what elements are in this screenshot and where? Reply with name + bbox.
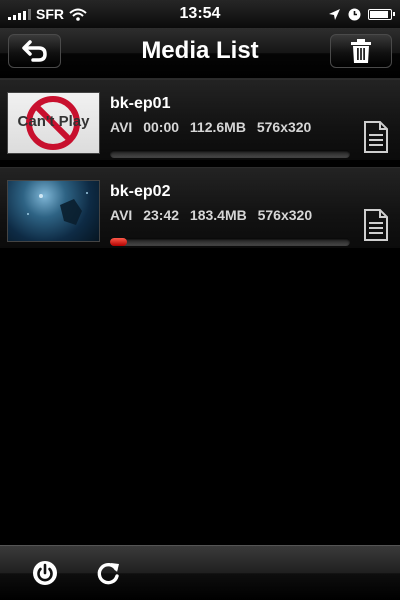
wifi-icon	[69, 8, 87, 21]
media-format: AVI	[110, 119, 133, 135]
media-title: bk-ep02	[110, 183, 171, 200]
signal-icon	[8, 8, 31, 20]
back-button[interactable]	[8, 34, 61, 68]
status-right	[252, 8, 395, 21]
thumbnail-video	[7, 180, 100, 242]
refresh-button[interactable]	[94, 558, 124, 588]
refresh-icon	[97, 562, 119, 585]
media-size: 183.4MB	[189, 207, 247, 223]
media-duration: 23:42	[143, 207, 180, 223]
status-time: 13:54	[179, 5, 221, 22]
carrier-label: SFR	[36, 6, 64, 22]
media-size: 112.6MB	[189, 119, 246, 135]
back-arrow-icon	[21, 40, 47, 62]
playback-progress	[110, 150, 350, 158]
status-bar: SFR 13:54	[0, 0, 400, 28]
thumbnail-cant-play: Can't Play	[7, 92, 100, 154]
document-icon[interactable]	[363, 121, 389, 153]
playback-progress	[110, 238, 350, 246]
power-icon	[33, 561, 57, 585]
power-button[interactable]	[30, 558, 60, 588]
navigation-bar: Media List	[0, 28, 400, 79]
location-icon	[329, 8, 340, 20]
delete-button[interactable]	[330, 34, 392, 68]
trash-icon	[351, 39, 371, 63]
media-format: AVI	[110, 207, 133, 223]
list-item[interactable]: Can't Play bk-ep01 AVI 00:00 112.6MB 576…	[0, 79, 400, 161]
list-item[interactable]: bk-ep02 AVI 23:42 183.4MB 576x320	[0, 167, 400, 249]
battery-icon	[368, 8, 395, 20]
progress-fill	[110, 238, 127, 246]
bottom-toolbar	[0, 545, 400, 600]
document-icon[interactable]	[363, 209, 389, 241]
media-meta: AVI 23:42 183.4MB 576x320	[110, 207, 319, 223]
media-duration: 00:00	[143, 119, 180, 135]
media-resolution: 576x320	[257, 207, 313, 223]
media-list: Can't Play bk-ep01 AVI 00:00 112.6MB 576…	[0, 79, 400, 249]
underwater-scene	[27, 192, 88, 225]
status-left: SFR	[8, 6, 148, 22]
media-title: bk-ep01	[110, 95, 171, 112]
thumbnail-label: Can't Play	[17, 113, 90, 130]
media-resolution: 576x320	[256, 119, 312, 135]
media-meta: AVI 00:00 112.6MB 576x320	[110, 119, 318, 135]
alarm-clock-icon	[348, 8, 361, 20]
